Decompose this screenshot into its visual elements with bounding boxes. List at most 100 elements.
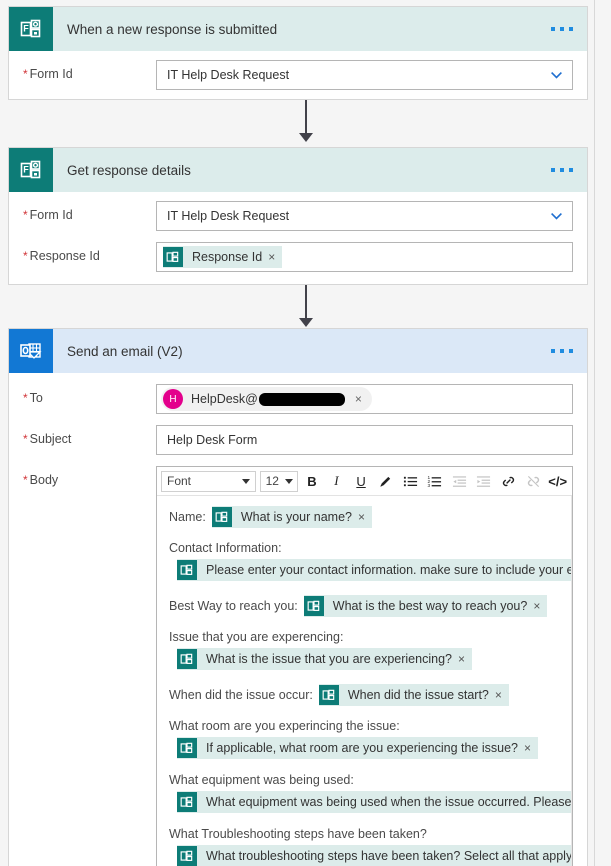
- step-ellipsis-menu-button[interactable]: [551, 27, 573, 31]
- body-label: Name:: [169, 510, 206, 524]
- to-recipients-input[interactable]: H HelpDesk@ ×: [156, 384, 573, 414]
- step-body: * Form Id IT Help Desk Request * Response …: [9, 192, 587, 284]
- decrease-indent-button[interactable]: [447, 469, 472, 494]
- step-ellipsis-menu-button[interactable]: [551, 168, 573, 172]
- chevron-down-icon: [284, 478, 293, 484]
- field-label-response-id: * Response Id: [23, 242, 156, 263]
- required-asterisk: *: [23, 249, 28, 263]
- menu-dot: [560, 27, 564, 31]
- body-line: Name: What is your name? ×: [169, 506, 560, 528]
- remove-recipient-icon[interactable]: ×: [345, 392, 370, 406]
- forms-token-icon: [318, 685, 339, 705]
- microsoft-forms-icon: F: [9, 7, 53, 51]
- field-label-form-id: * Form Id: [23, 201, 156, 222]
- form-id-value: IT Help Desk Request: [167, 68, 290, 82]
- bulleted-list-button[interactable]: [398, 469, 423, 494]
- label-text: Body: [29, 473, 59, 487]
- step-body: * Form Id IT Help Desk Request: [9, 51, 587, 99]
- code-view-button[interactable]: </>: [545, 469, 570, 494]
- step-header-when-a-new-response-is-submitted[interactable]: F When a new response is submitted: [9, 7, 587, 51]
- step-header-send-an-email[interactable]: Send an email (V2): [9, 329, 587, 373]
- field-row-to: * To H HelpDesk@ ×: [9, 373, 587, 419]
- forms-token-icon: [303, 596, 324, 616]
- forms-token-icon: [163, 247, 183, 267]
- token-label: Response Id: [192, 250, 263, 264]
- recipient-address: HelpDesk@: [183, 392, 345, 407]
- body-label: What Troubleshooting steps have been tak…: [169, 827, 427, 841]
- pen-icon: [380, 476, 391, 487]
- field-row-response-id: * Response Id Response Id ×: [9, 240, 587, 284]
- body-label: Best Way to reach you:: [169, 599, 298, 613]
- step-header-get-response-details[interactable]: F Get response details: [9, 148, 587, 192]
- numbered-list-icon: 1 2 3: [428, 475, 442, 488]
- remove-token-icon[interactable]: ×: [358, 510, 372, 524]
- numbered-list-button[interactable]: 1 2 3: [422, 469, 447, 494]
- font-size-dropdown[interactable]: 12: [259, 470, 298, 492]
- field-row-body: * Body Font 12 B I U 1 2 3 </> Name: Wha…: [9, 460, 587, 866]
- recipient-chip[interactable]: H HelpDesk@ ×: [161, 387, 372, 411]
- flow-step-card-send-an-email[interactable]: Send an email (V2) * To H HelpDesk@ × * …: [8, 328, 588, 866]
- dynamic-content-token[interactable]: Response Id ×: [163, 246, 283, 268]
- token-label: What troubleshooting steps have been tak…: [206, 849, 572, 863]
- rich-text-editor[interactable]: Font 12 B I U 1 2 3 </> Name: What is yo…: [156, 466, 573, 866]
- field-label-to: * To: [23, 384, 156, 405]
- forms-token-icon: [177, 792, 197, 812]
- editor-scrollbar[interactable]: [571, 496, 572, 866]
- body-line: Issue that you are experencing: What is …: [169, 630, 560, 671]
- bold-button[interactable]: B: [300, 469, 325, 494]
- dynamic-content-token[interactable]: If applicable, what room are you experie…: [177, 737, 539, 759]
- dynamic-content-token[interactable]: What troubleshooting steps have been tak…: [177, 845, 572, 866]
- body-label: Contact Information:: [169, 541, 282, 555]
- token-label: When did the issue start?: [347, 688, 489, 702]
- chevron-down-icon[interactable]: [550, 69, 563, 82]
- dynamic-content-token[interactable]: What is your name? ×: [211, 506, 373, 528]
- underline-icon: U: [356, 473, 366, 489]
- step-title: When a new response is submitted: [67, 21, 278, 37]
- remove-token-icon[interactable]: ×: [458, 652, 472, 666]
- token-label: What is your name?: [240, 510, 352, 524]
- flow-step-card-get-response-details[interactable]: F Get response details * Form Id IT Help…: [8, 147, 588, 285]
- italic-button[interactable]: I: [324, 469, 349, 494]
- editor-content-area[interactable]: Name: What is your name? × Contact Infor…: [157, 496, 572, 866]
- redaction-bar: [258, 393, 345, 407]
- connector-arrow-2: [0, 285, 611, 329]
- underline-button[interactable]: U: [349, 469, 374, 494]
- dynamic-content-token[interactable]: What equipment was being used when the i…: [177, 791, 572, 813]
- body-line: Best Way to reach you: What is the best …: [169, 595, 560, 617]
- dynamic-content-token[interactable]: When did the issue start? ×: [318, 684, 509, 706]
- remove-token-icon[interactable]: ×: [495, 688, 509, 702]
- remove-token-icon[interactable]: ×: [268, 250, 282, 264]
- label-text: Response Id: [29, 249, 100, 263]
- subject-input[interactable]: Help Desk Form: [156, 425, 573, 455]
- dynamic-content-token[interactable]: Please enter your contact information. m…: [177, 559, 572, 581]
- forms-token-icon: [177, 738, 197, 758]
- form-id-dropdown[interactable]: IT Help Desk Request: [156, 201, 573, 231]
- flow-designer-canvas: F When a new response is submitted * Form…: [0, 0, 611, 866]
- response-id-input[interactable]: Response Id ×: [156, 242, 573, 272]
- token-label: What equipment was being used when the i…: [206, 795, 572, 809]
- body-line: What Troubleshooting steps have been tak…: [169, 827, 572, 866]
- required-asterisk: *: [23, 473, 28, 487]
- menu-dot: [569, 349, 573, 353]
- step-body: * To H HelpDesk@ × * Subject Help Desk F…: [9, 373, 587, 866]
- text-color-button[interactable]: [373, 469, 398, 494]
- body-line: What equipment was being used: What equi…: [169, 773, 572, 814]
- form-id-value: IT Help Desk Request: [167, 209, 290, 223]
- remove-token-icon[interactable]: ×: [533, 599, 547, 613]
- chevron-down-icon[interactable]: [550, 210, 563, 223]
- dynamic-content-token[interactable]: What is the best way to reach you? ×: [303, 595, 548, 617]
- form-id-dropdown[interactable]: IT Help Desk Request: [156, 60, 573, 90]
- insert-link-button[interactable]: [496, 469, 521, 494]
- subject-value: Help Desk Form: [167, 433, 258, 447]
- field-label-form-id: * Form Id: [23, 60, 156, 81]
- remove-link-button[interactable]: [521, 469, 546, 494]
- bold-icon: B: [307, 473, 317, 489]
- dynamic-content-token[interactable]: What is the issue that you are experienc…: [177, 648, 472, 670]
- flow-step-card-trigger[interactable]: F When a new response is submitted * Form…: [8, 6, 588, 100]
- indent-icon: [477, 475, 491, 487]
- menu-dot: [551, 168, 555, 172]
- step-ellipsis-menu-button[interactable]: [551, 349, 573, 353]
- remove-token-icon[interactable]: ×: [524, 741, 538, 755]
- font-family-dropdown[interactable]: Font: [161, 470, 256, 492]
- increase-indent-button[interactable]: [472, 469, 497, 494]
